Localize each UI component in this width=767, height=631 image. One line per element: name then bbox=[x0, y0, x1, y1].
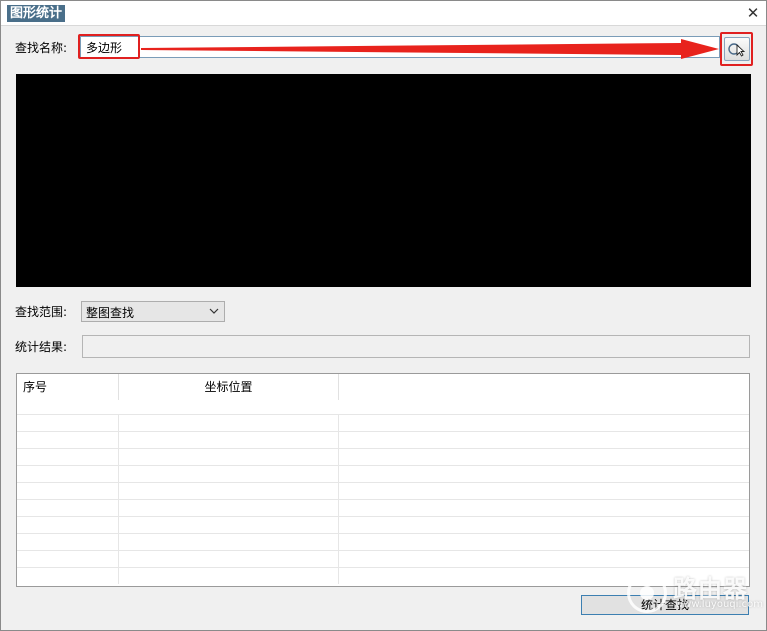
table-row[interactable] bbox=[17, 465, 749, 482]
stat-search-button[interactable]: 统计查找 bbox=[581, 595, 749, 615]
table-header: 序号 坐标位置 bbox=[17, 374, 749, 400]
table-row[interactable] bbox=[17, 499, 749, 516]
select-entity-icon bbox=[728, 43, 746, 57]
column-header-blank[interactable] bbox=[339, 374, 749, 400]
table-row[interactable] bbox=[17, 414, 749, 431]
pick-entity-button[interactable] bbox=[724, 37, 750, 61]
table-row[interactable] bbox=[17, 533, 749, 550]
chevron-down-icon bbox=[209, 308, 219, 314]
table-row[interactable] bbox=[17, 482, 749, 499]
search-name-label: 查找名称: bbox=[15, 41, 68, 55]
table-row[interactable] bbox=[17, 550, 749, 567]
graphic-statistics-dialog: 图形统计 ✕ 查找名称: 查找范围: 整图查找 统计结果: 序号 坐标位置 bbox=[0, 0, 767, 631]
search-scope-select[interactable]: 整图查找 bbox=[81, 301, 225, 322]
column-header-coordinates[interactable]: 坐标位置 bbox=[119, 374, 339, 400]
search-scope-label: 查找范围: bbox=[15, 305, 68, 319]
search-name-input[interactable] bbox=[80, 36, 720, 58]
statistics-result-label: 统计结果: bbox=[15, 340, 68, 354]
table-row[interactable] bbox=[17, 516, 749, 533]
table-row[interactable] bbox=[17, 431, 749, 448]
close-icon[interactable]: ✕ bbox=[744, 4, 762, 22]
search-scope-value: 整图查找 bbox=[86, 306, 135, 320]
statistics-result-field bbox=[82, 335, 750, 358]
title-bar: 图形统计 ✕ bbox=[1, 1, 766, 26]
table-row[interactable] bbox=[17, 567, 749, 584]
preview-canvas[interactable] bbox=[16, 74, 751, 287]
window-title: 图形统计 bbox=[7, 5, 66, 22]
column-header-index[interactable]: 序号 bbox=[17, 374, 119, 400]
result-table[interactable]: 序号 坐标位置 bbox=[16, 373, 750, 587]
table-row[interactable] bbox=[17, 448, 749, 465]
